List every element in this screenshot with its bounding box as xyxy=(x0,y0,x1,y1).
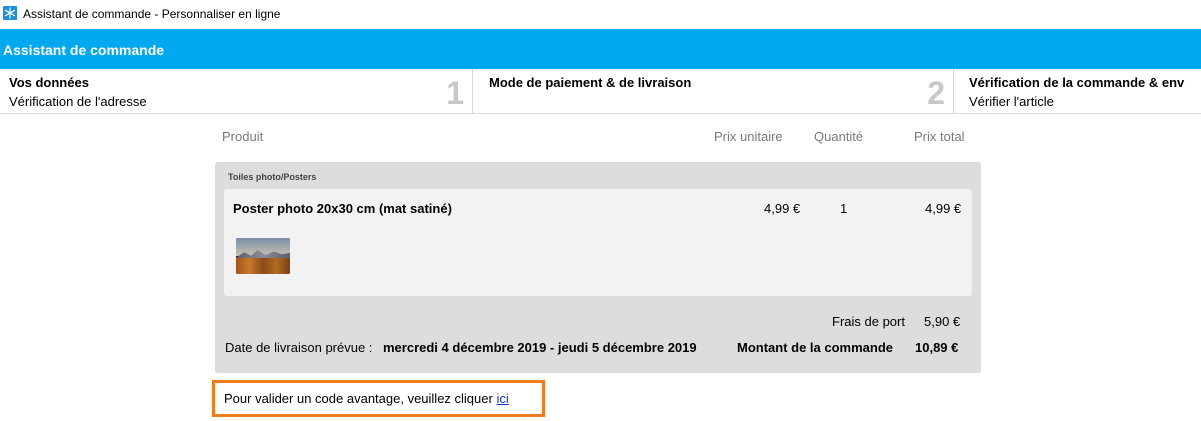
step-your-data[interactable]: Vos données Vérification de l'adresse 1 xyxy=(0,69,473,113)
column-header-product: Produit xyxy=(222,129,264,144)
promo-text: Pour valider un code avantage, veuillez … xyxy=(224,391,493,406)
promo-text-line: Pour valider un code avantage, veuillez … xyxy=(224,391,509,406)
delivery-date: mercredi 4 décembre 2019 - jeudi 5 décem… xyxy=(383,340,697,355)
column-header-quantity: Quantité xyxy=(814,129,864,144)
group-title: Toiles photo/Posters xyxy=(228,172,317,182)
item-quantity: 1 xyxy=(840,201,848,216)
product-group: Toiles photo/Posters Poster photo 20x30 … xyxy=(215,162,981,373)
step-subtitle: Vérification de l'adresse xyxy=(9,94,147,109)
delivery-label: Date de livraison prévue : xyxy=(225,340,373,355)
snowflake-app-icon xyxy=(3,6,17,20)
column-header-total-price: Prix total xyxy=(914,129,965,144)
promo-code-highlight: Pour valider un code avantage, veuillez … xyxy=(212,380,545,417)
window-titlebar: Assistant de commande - Personnaliser en… xyxy=(0,0,1201,29)
item-name: Poster photo 20x30 cm (mat satiné) xyxy=(233,201,452,216)
step-payment-delivery[interactable]: Mode de paiement & de livraison 2 xyxy=(473,69,954,113)
header-title: Assistant de commande xyxy=(3,42,165,58)
shipping-label: Frais de port xyxy=(832,314,905,329)
order-total-label: Montant de la commande xyxy=(737,340,894,355)
product-thumbnail[interactable] xyxy=(236,238,290,274)
step-title: Mode de paiement & de livraison xyxy=(489,75,692,90)
column-header-unit-price: Prix unitaire xyxy=(714,129,783,144)
window-title: Assistant de commande - Personnaliser en… xyxy=(23,7,281,21)
promo-code-link[interactable]: ici xyxy=(496,391,508,406)
step-order-review[interactable]: Vérification de la commande & env Vérifi… xyxy=(954,69,1201,113)
step-subtitle: Vérifier l'article xyxy=(969,94,1054,109)
header-banner: Assistant de commande xyxy=(0,29,1201,69)
step-number: 2 xyxy=(927,75,945,111)
step-title: Vos données xyxy=(9,75,89,90)
item-total-price: 4,99 € xyxy=(925,201,962,216)
shipping-value: 5,90 € xyxy=(924,314,961,329)
step-title: Vérification de la commande & env xyxy=(969,75,1185,90)
order-total-value: 10,89 € xyxy=(915,340,959,355)
step-indicator: Vos données Vérification de l'adresse 1 … xyxy=(0,69,1201,114)
step-number: 1 xyxy=(446,75,464,111)
item-unit-price: 4,99 € xyxy=(764,201,801,216)
list-item: Poster photo 20x30 cm (mat satiné) 4,99 … xyxy=(224,189,972,296)
